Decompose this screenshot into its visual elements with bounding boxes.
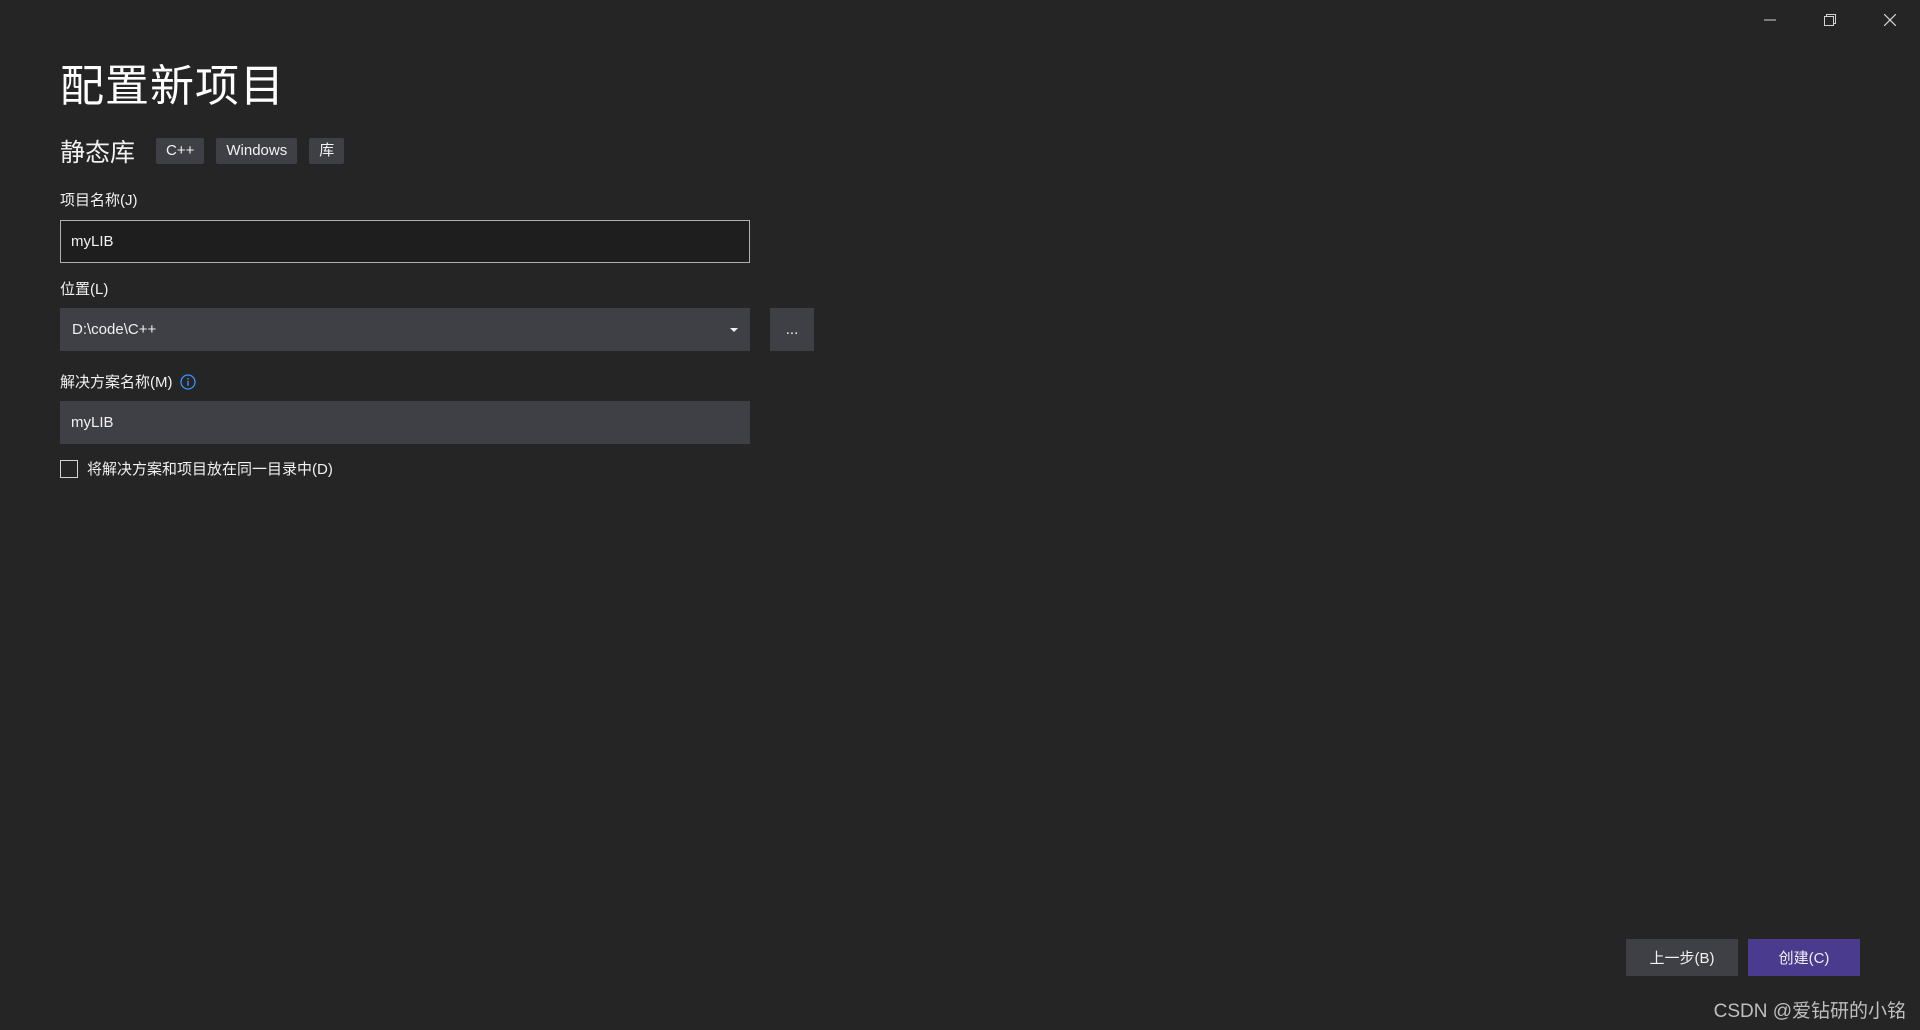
template-name: 静态库 [60,139,136,167]
browse-button[interactable]: ... [770,308,814,351]
window-controls [1740,0,1920,40]
watermark: CSDN @爱钻研的小铭 [1713,1001,1906,1022]
location-label: 位置(L) [60,281,109,298]
solution-name-input[interactable] [60,401,750,444]
create-button[interactable]: 创建(C) [1748,939,1860,976]
project-name-label: 项目名称(J) [60,192,138,209]
close-icon [1884,14,1896,26]
page-title: 配置新项目 [60,62,285,111]
chevron-down-icon [730,327,738,332]
close-button[interactable] [1860,0,1920,40]
minimize-icon [1764,14,1776,26]
restore-button[interactable] [1800,0,1860,40]
location-value: D:\code\C++ [72,321,157,338]
location-select[interactable]: D:\code\C++ [60,308,750,351]
configure-project-window: 配置新项目 静态库 C++ Windows 库 项目名称(J) 位置(L) D:… [0,0,1920,1030]
minimize-button[interactable] [1740,0,1800,40]
same-directory-option[interactable]: 将解决方案和项目放在同一目录中(D) [60,458,333,479]
tag-language: C++ [156,138,205,164]
back-button[interactable]: 上一步(B) [1626,939,1738,976]
same-directory-checkbox[interactable] [60,459,78,478]
solution-name-label-row: 解决方案名称(M) [60,371,196,392]
info-icon[interactable] [179,373,196,390]
project-name-input[interactable] [60,220,750,263]
solution-name-label: 解决方案名称(M) [60,374,173,391]
restore-icon [1824,14,1836,26]
template-info: 静态库 C++ Windows 库 [60,133,356,169]
same-directory-label: 将解决方案和项目放在同一目录中(D) [87,461,333,478]
tag-project-type: 库 [309,138,345,164]
tag-platform: Windows [216,138,298,164]
